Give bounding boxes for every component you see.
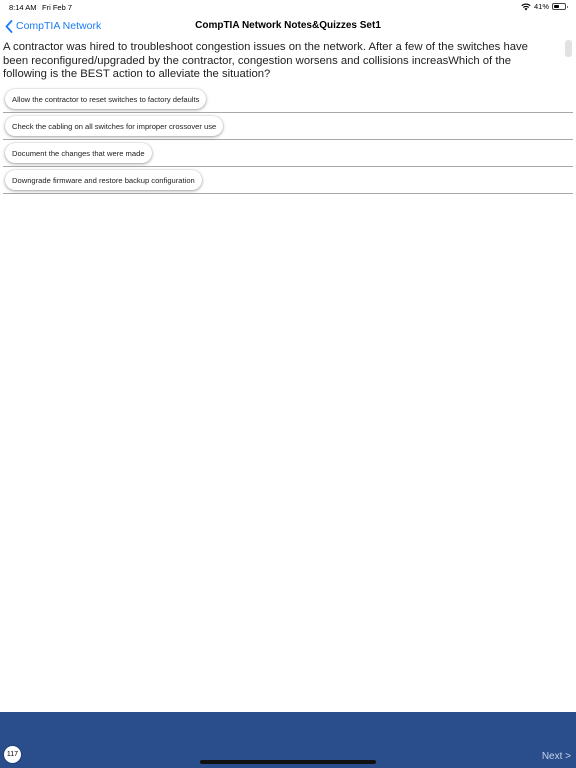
answer-row: Check the cabling on all switches for im… [3,113,573,140]
status-bar: 8:14 AM Fri Feb 7 41% [0,0,576,14]
answer-row: Downgrade firmware and restore backup co… [3,167,573,194]
battery-icon [552,3,568,10]
navigation-bar: CompTIA Network Notes&Quizzes Set1 CompT… [0,14,576,38]
answer-option-1[interactable]: Allow the contractor to reset switches t… [5,89,207,109]
app-screen: 8:14 AM Fri Feb 7 41% CompTIA Network No… [0,0,576,768]
status-date: Fri Feb 7 [42,3,73,12]
chevron-left-icon [5,19,13,33]
answer-row: Document the changes that were made [3,140,573,167]
next-button[interactable]: Next > [542,751,571,762]
back-button[interactable]: CompTIA Network [5,18,101,34]
status-indicators: 41% [521,2,568,11]
answer-option-3[interactable]: Document the changes that were made [5,143,152,163]
home-indicator [200,760,376,764]
wifi-icon [521,3,531,10]
battery-percent: 41% [533,2,549,11]
back-button-label: CompTIA Network [16,20,102,32]
answer-row: Allow the contractor to reset switches t… [3,86,573,113]
status-time: 8:14 AM [9,3,37,12]
footer-bar: 117 Next > [0,712,576,768]
question-text: A contractor was hired to troubleshoot c… [3,41,528,81]
answer-list: Allow the contractor to reset switches t… [0,86,576,194]
answer-option-2[interactable]: Check the cabling on all switches for im… [5,116,224,136]
page-counter-badge: 117 [3,745,22,764]
answer-option-4[interactable]: Downgrade firmware and restore backup co… [5,170,202,190]
scrollbar-thumb[interactable] [565,40,572,57]
